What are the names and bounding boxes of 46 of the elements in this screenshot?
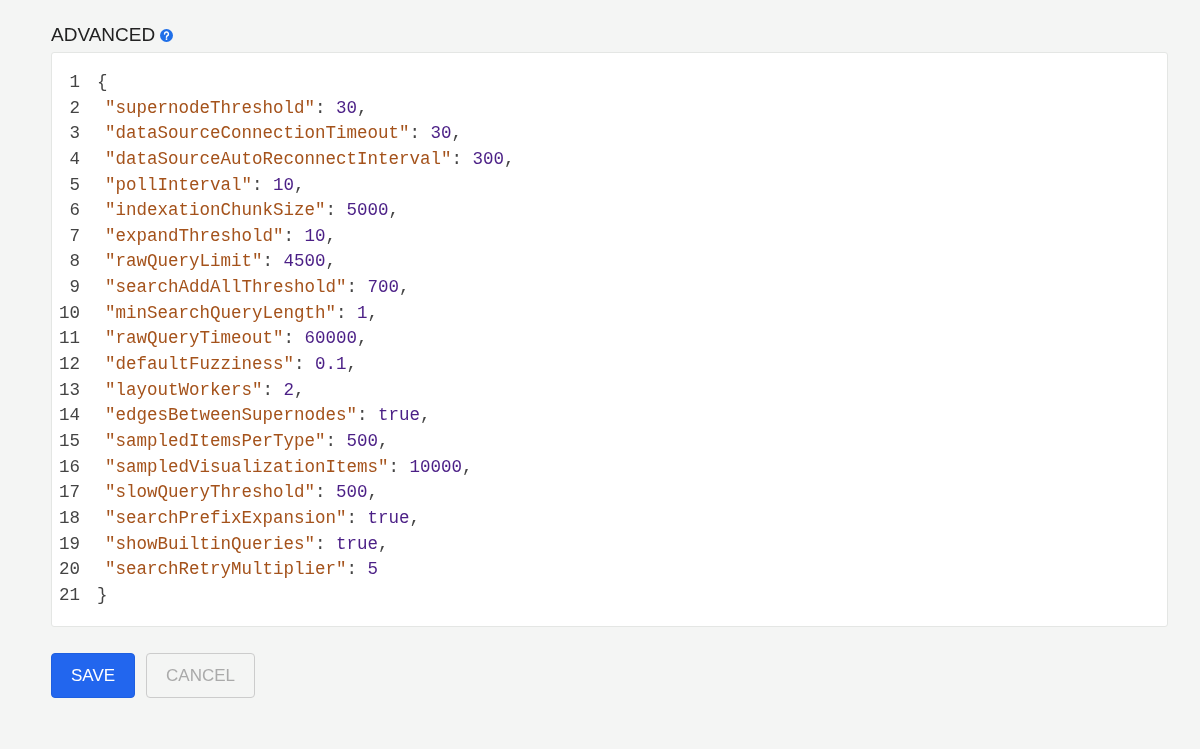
code-line: "rawQueryTimeout": 60000, xyxy=(104,327,368,351)
line-number: 17 xyxy=(58,481,80,505)
code-line: "sampledVisualizationItems": 10000, xyxy=(104,455,473,479)
code-line: "pollInterval": 10, xyxy=(104,173,305,197)
code-line: "searchPrefixExpansion": true, xyxy=(104,506,421,530)
line-number: 8 xyxy=(68,250,80,274)
line-number: 15 xyxy=(58,429,80,453)
line-number: 6 xyxy=(68,199,80,223)
line-number: 7 xyxy=(68,224,80,248)
code-line: "slowQueryThreshold": 500, xyxy=(104,481,379,505)
line-number: 12 xyxy=(58,353,80,377)
code-line: "searchRetryMultiplier": 5 xyxy=(104,558,379,582)
line-number: 9 xyxy=(68,276,80,300)
line-number: 21 xyxy=(58,583,80,607)
code-line: "indexationChunkSize": 5000, xyxy=(104,199,400,223)
code-line: "rawQueryLimit": 4500, xyxy=(104,250,337,274)
code-line: "defaultFuzziness": 0.1, xyxy=(104,353,358,377)
code-line: } xyxy=(97,583,108,607)
line-number: 2 xyxy=(68,96,80,120)
code-line: "layoutWorkers": 2, xyxy=(104,378,305,402)
code-line: "showBuiltinQueries": true, xyxy=(104,532,389,556)
code-editor[interactable] xyxy=(51,52,1168,627)
line-number: 5 xyxy=(68,173,80,197)
save-button[interactable]: SAVE xyxy=(51,653,136,698)
line-number: 10 xyxy=(58,301,80,325)
line-number: 18 xyxy=(58,506,80,530)
line-number: 19 xyxy=(58,532,80,556)
code-line: "dataSourceAutoReconnectInterval": 300, xyxy=(104,147,515,171)
line-number: 20 xyxy=(58,558,80,582)
line-number: 1 xyxy=(68,71,80,94)
code-line: "dataSourceConnectionTimeout": 30, xyxy=(104,122,463,146)
code-line: "sampledItemsPerType": 500, xyxy=(104,429,389,453)
code-line: "edgesBetweenSupernodes": true, xyxy=(104,404,431,428)
line-number: 11 xyxy=(58,327,80,351)
code-line: "expandThreshold": 10, xyxy=(104,224,337,248)
line-number: 16 xyxy=(58,455,80,479)
code-line: "minSearchQueryLength": 1, xyxy=(104,301,379,325)
section-title: ADVANCED xyxy=(51,24,156,46)
line-number: 13 xyxy=(58,378,80,402)
code-line: "supernodeThreshold": 30, xyxy=(104,96,368,120)
line-number: 3 xyxy=(68,122,80,146)
code-line: "searchAddAllThreshold": 700, xyxy=(104,276,410,300)
help-icon[interactable] xyxy=(160,28,174,42)
line-number: 14 xyxy=(58,404,80,428)
code-line: { xyxy=(97,71,108,94)
line-number: 4 xyxy=(68,147,80,171)
